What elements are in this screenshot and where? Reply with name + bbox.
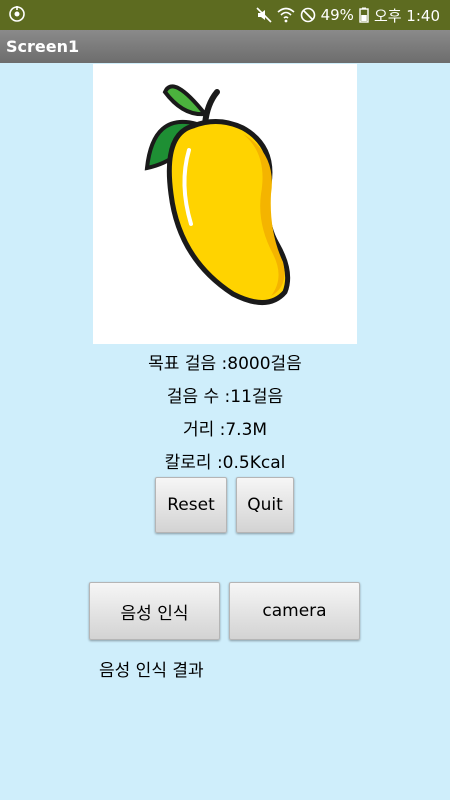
app-notification-icon [8,5,26,23]
mango-image [93,64,357,344]
status-time: 오후 1:40 [373,6,440,25]
voice-result-label: 음성 인식 결과 [99,661,204,681]
title-bar: Screen1 [0,30,450,63]
status-bar: 49% 오후 1:40 [0,0,450,30]
battery-icon [359,7,369,23]
goal-steps-label: 목표 걸음 :8000걸음 [148,354,302,374]
calories-label: 칼로리 :0.5Kcal [164,453,286,473]
voice-recognition-button[interactable]: 음성 인식 [89,582,220,640]
camera-button[interactable]: camera [229,582,360,640]
battery-percent: 49% [320,6,354,24]
status-icons: 49% 오후 1:40 [256,5,440,25]
do-not-disturb-icon [300,7,316,23]
mango-icon [144,84,291,305]
quit-button[interactable]: Quit [236,477,294,533]
distance-label: 거리 :7.3M [182,420,268,440]
step-count-label: 걸음 수 :11걸음 [166,387,284,407]
reset-button[interactable]: Reset [155,477,227,533]
mute-icon [256,7,272,23]
screen-title: Screen1 [6,37,80,56]
wifi-icon [277,7,295,23]
